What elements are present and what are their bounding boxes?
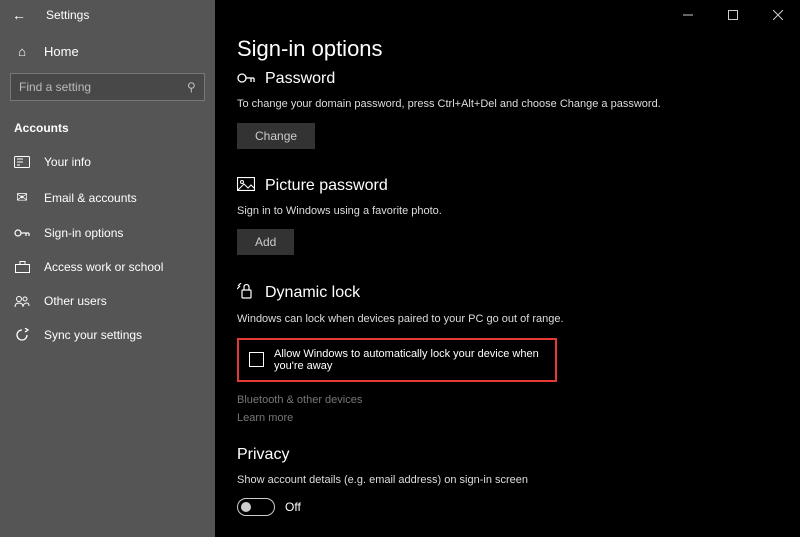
section-password: Password To change your domain password,… bbox=[237, 70, 800, 149]
sidebar-item-sync[interactable]: Sync your settings bbox=[0, 318, 215, 352]
home-label: Home bbox=[44, 44, 79, 59]
section-dynamic-lock: Dynamic lock Windows can lock when devic… bbox=[237, 283, 800, 424]
content: Sign-in options Password To change your … bbox=[215, 30, 800, 537]
toggle-state: Off bbox=[285, 500, 301, 514]
search-icon: ⚲ bbox=[187, 80, 196, 94]
nav-label: Access work or school bbox=[44, 260, 163, 274]
sidebar: ⌂ Home ⚲ Accounts Your info ✉ Email & ac… bbox=[0, 30, 215, 537]
search-input[interactable] bbox=[19, 80, 187, 94]
sidebar-item-your-info[interactable]: Your info bbox=[0, 145, 215, 179]
checkbox-label: Allow Windows to automatically lock your… bbox=[274, 348, 545, 372]
dynamic-desc: Windows can lock when devices paired to … bbox=[237, 311, 717, 328]
dynamic-lock-checkbox-row[interactable]: Allow Windows to automatically lock your… bbox=[237, 338, 557, 382]
page-title: Sign-in options bbox=[237, 36, 800, 62]
change-password-button[interactable]: Change bbox=[237, 123, 315, 149]
section-picture-password: Picture password Sign in to Windows usin… bbox=[237, 177, 800, 256]
key-icon bbox=[237, 71, 255, 88]
privacy-toggle[interactable] bbox=[237, 498, 275, 516]
nav-label: Sign-in options bbox=[44, 226, 123, 240]
dynamic-lock-checkbox[interactable] bbox=[249, 352, 264, 367]
picture-desc: Sign in to Windows using a favorite phot… bbox=[237, 203, 717, 220]
close-button[interactable] bbox=[755, 0, 800, 30]
learn-more-link[interactable]: Learn more bbox=[237, 412, 800, 424]
title-bar-left: ← Settings bbox=[0, 0, 215, 30]
briefcase-icon bbox=[14, 261, 30, 273]
nav-label: Email & accounts bbox=[44, 191, 137, 205]
nav-label: Sync your settings bbox=[44, 328, 142, 342]
key-icon bbox=[14, 228, 30, 238]
search-box[interactable]: ⚲ bbox=[10, 73, 205, 101]
mail-icon: ✉ bbox=[14, 189, 30, 206]
sidebar-category: Accounts bbox=[0, 115, 215, 145]
home-nav[interactable]: ⌂ Home bbox=[0, 38, 215, 73]
body: ⌂ Home ⚲ Accounts Your info ✉ Email & ac… bbox=[0, 30, 800, 537]
window-controls bbox=[665, 0, 800, 30]
back-icon[interactable]: ← bbox=[12, 7, 26, 23]
maximize-button[interactable] bbox=[710, 0, 755, 30]
dynamic-lock-icon bbox=[237, 283, 255, 303]
people-icon bbox=[14, 295, 30, 307]
window-title: Settings bbox=[46, 8, 89, 22]
minimize-button[interactable] bbox=[665, 0, 710, 30]
privacy-desc: Show account details (e.g. email address… bbox=[237, 472, 717, 489]
sidebar-item-email[interactable]: ✉ Email & accounts bbox=[0, 179, 215, 216]
bluetooth-link[interactable]: Bluetooth & other devices bbox=[237, 394, 800, 406]
sidebar-item-work[interactable]: Access work or school bbox=[0, 250, 215, 284]
title-bar: ← Settings bbox=[0, 0, 800, 30]
section-heading: Privacy bbox=[237, 446, 289, 464]
sync-icon bbox=[14, 328, 30, 342]
nav-label: Your info bbox=[44, 155, 91, 169]
section-heading: Dynamic lock bbox=[265, 284, 360, 302]
section-privacy: Privacy Show account details (e.g. email… bbox=[237, 446, 800, 517]
picture-icon bbox=[237, 177, 255, 195]
nav-label: Other users bbox=[44, 294, 107, 308]
add-picture-password-button[interactable]: Add bbox=[237, 229, 294, 255]
section-heading: Picture password bbox=[265, 177, 388, 195]
person-card-icon bbox=[14, 156, 30, 168]
home-icon: ⌂ bbox=[14, 44, 30, 59]
password-desc: To change your domain password, press Ct… bbox=[237, 96, 717, 113]
section-heading: Password bbox=[265, 70, 335, 88]
sidebar-item-signin[interactable]: Sign-in options bbox=[0, 216, 215, 250]
sidebar-item-other-users[interactable]: Other users bbox=[0, 284, 215, 318]
